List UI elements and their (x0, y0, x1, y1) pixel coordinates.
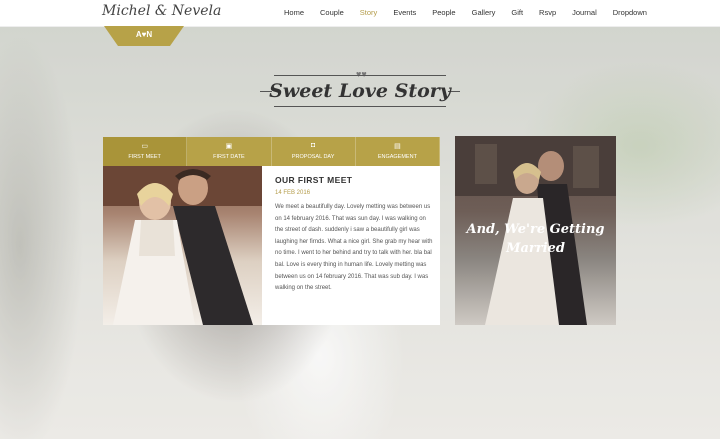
hearts-icon: ♥♥ (356, 69, 367, 79)
tab-first-date[interactable]: ▣ FIRST DATE (187, 137, 272, 166)
story-heading: OUR FIRST MEET (275, 175, 353, 185)
getting-married-line1: And, We're Getting (466, 222, 605, 237)
ticket-icon: ▭ (141, 143, 148, 150)
main-nav: Home Couple Story Events People Gallery … (284, 0, 663, 26)
nav-couple[interactable]: Couple (320, 0, 344, 26)
nav-rsvp[interactable]: Rsvp (539, 0, 556, 26)
nav-dropdown[interactable]: Dropdown (613, 0, 647, 26)
getting-married-image: And, We're Getting Married (455, 136, 616, 325)
tab-engagement[interactable]: ▤ ENGAGEMENT (355, 137, 440, 166)
nav-gallery[interactable]: Gallery (472, 0, 496, 26)
nav-story[interactable]: Story (360, 0, 378, 26)
couple-photo (103, 166, 262, 325)
story-text: OUR FIRST MEET 14 FEB 2016 We meet a bea… (275, 175, 435, 295)
photo-icon: ▤ (394, 143, 401, 150)
nav-people[interactable]: People (432, 0, 455, 26)
calendar-icon: ▣ (225, 143, 233, 150)
nav-gift[interactable]: Gift (511, 0, 523, 26)
initials-badge: A♥N (104, 26, 184, 46)
couple-photo-art (103, 166, 262, 325)
story-body: We meet a beautifully day. Lovely mettin… (275, 204, 433, 292)
tab-label: ENGAGEMENT (377, 154, 417, 160)
header-bar: Michel & Nevela Home Couple Story Events… (0, 0, 720, 27)
tab-label: FIRST DATE (213, 154, 245, 160)
site-logo[interactable]: Michel & Nevela (102, 3, 221, 19)
section-title: Sweet Love Story (269, 80, 451, 102)
getting-married-line2: Married (506, 241, 565, 256)
badge-initials: A♥N (135, 30, 153, 39)
title-divider-bottom (274, 106, 446, 107)
tab-proposal-day[interactable]: ◘ PROPOSAL DAY (271, 137, 356, 166)
section-title-block: ♥♥ Sweet Love Story (260, 69, 460, 112)
nav-journal[interactable]: Journal (572, 0, 597, 26)
getting-married-text: And, We're Getting Married (455, 220, 616, 258)
title-divider-top (274, 75, 446, 76)
tab-first-meet[interactable]: ▭ FIRST MEET (103, 137, 188, 166)
nav-home[interactable]: Home (284, 0, 304, 26)
ring-box-icon: ◘ (311, 142, 316, 149)
story-date: 14 FEB 2016 (275, 190, 311, 196)
tab-label: FIRST MEET (128, 154, 161, 160)
story-card: ▭ FIRST MEET ▣ FIRST DATE ◘ PROPOSAL DAY… (103, 137, 440, 325)
story-tabs: ▭ FIRST MEET ▣ FIRST DATE ◘ PROPOSAL DAY… (103, 137, 440, 166)
nav-events[interactable]: Events (393, 0, 416, 26)
tab-label: PROPOSAL DAY (291, 154, 335, 160)
